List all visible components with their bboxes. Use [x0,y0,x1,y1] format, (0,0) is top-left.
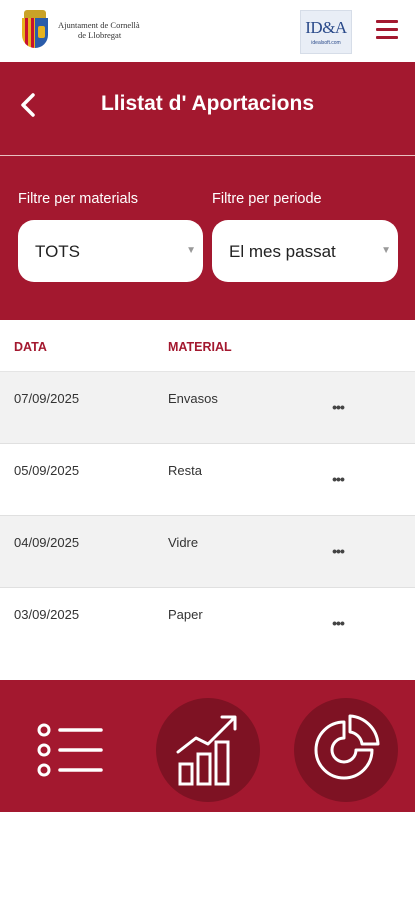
more-options-icon[interactable]: ••• [326,400,350,414]
table-row[interactable]: 05/09/2025 Resta ••• [0,444,415,516]
dropdown-caret-icon: ▼ [186,245,196,256]
material-filter-label: Filtre per materials [18,191,139,207]
table-row[interactable]: 03/09/2025 Paper ••• [0,588,415,660]
hamburger-icon[interactable] [376,20,398,40]
column-header-material: MATERIAL [168,340,232,354]
partner-logo-sub: idealsoft.com [311,40,341,46]
more-options-icon[interactable]: ••• [326,472,350,486]
row-material: Paper [168,607,203,622]
org-name-line1: Ajuntament de Cornellà [58,20,140,30]
table-header: DATA MATERIAL [0,320,415,372]
nav-list-button[interactable] [18,698,122,802]
more-options-icon[interactable]: ••• [326,544,350,558]
row-date: 04/09/2025 [14,535,80,550]
row-material: Resta [168,463,202,478]
list-icon [37,723,103,777]
partner-logo-text: ID&A [305,18,347,37]
column-header-date: DATA [14,340,47,354]
period-filter-label: Filtre per periode [212,191,322,207]
table-row[interactable]: 04/09/2025 Vidre ••• [0,516,415,588]
bar-chart-growth-icon [176,715,237,786]
row-date: 07/09/2025 [14,391,80,406]
title-bar: Llistat d' Aportacions [0,62,415,156]
nav-pie-chart-button[interactable] [294,698,398,802]
more-options-icon[interactable]: ••• [326,616,350,630]
period-filter-value: El mes passat [229,242,336,261]
nav-stats-button[interactable] [156,698,260,802]
header: Llistat d' Aportacions Filtre per materi… [0,62,415,320]
page-title: Llistat d' Aportacions [100,92,315,115]
top-bar: Ajuntament de Cornellà de Llobregat ID&A… [0,0,415,62]
material-filter-select[interactable]: TOTS ▼ [18,220,203,282]
row-date: 05/09/2025 [14,463,80,478]
row-date: 03/09/2025 [14,607,80,622]
contributions-table: DATA MATERIAL 07/09/2025 Envasos ••• 05/… [0,320,415,660]
partner-logo: ID&A idealsoft.com [300,10,352,54]
table-row[interactable]: 07/09/2025 Envasos ••• [0,372,415,444]
pie-chart-icon [314,714,380,780]
period-filter-select[interactable]: El mes passat ▼ [212,220,398,282]
row-material: Vidre [168,535,199,550]
org-name: Ajuntament de Cornellà de Llobregat [58,20,168,40]
coat-of-arms-icon [20,10,50,50]
row-material: Envasos [168,391,218,406]
city-council-logo: Ajuntament de Cornellà de Llobregat [20,10,168,50]
dropdown-caret-icon: ▼ [381,245,391,256]
material-filter-value: TOTS [35,242,81,261]
bottom-navigation [0,680,415,812]
org-name-line2: de Llobregat [78,30,122,40]
